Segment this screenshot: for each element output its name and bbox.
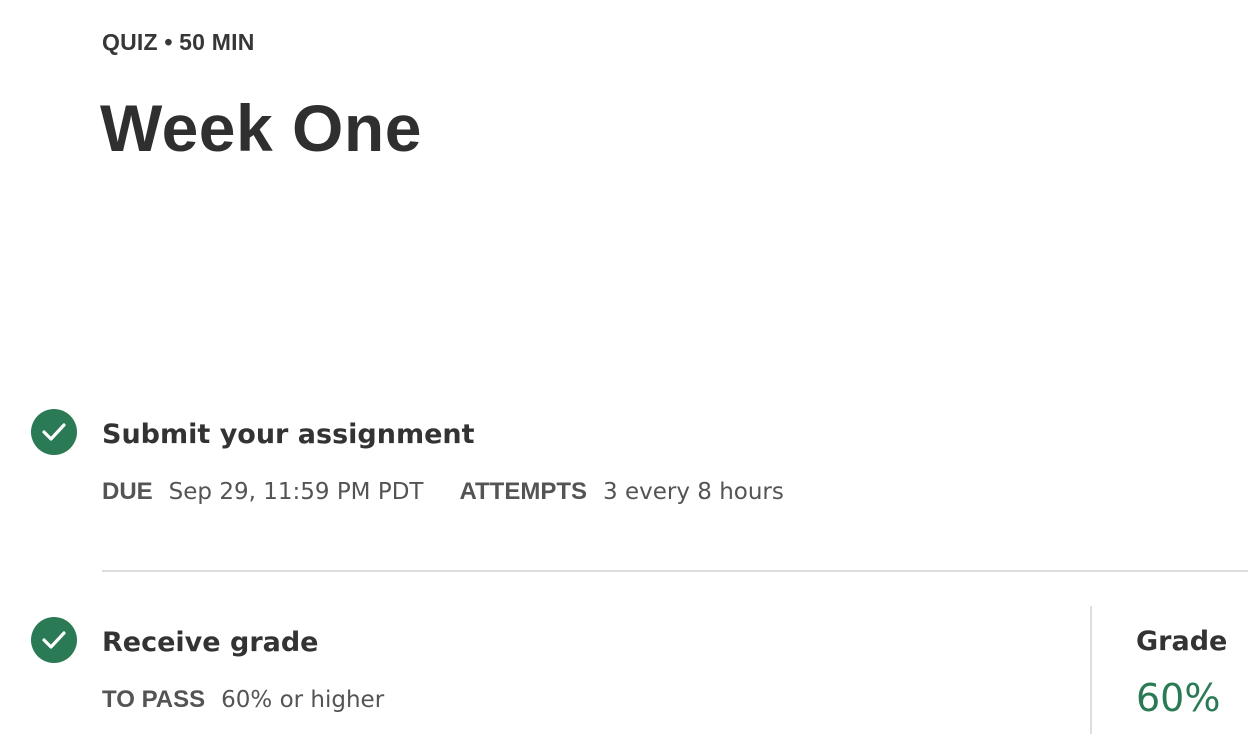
attempts-label: ATTEMPTS [459,478,588,505]
grade-column-divider [1090,606,1092,734]
attempts-value: 3 every 8 hours [603,479,784,505]
step-title-submit: Submit your assignment [102,419,475,450]
page-title: Week One [100,91,422,165]
check-circle-icon [31,617,77,663]
quiz-page: QUIZ • 50 MIN Week One Submit your assig… [0,0,1248,734]
grade-details: TO PASS 60% or higher [102,686,420,714]
check-circle-icon [31,409,77,455]
to-pass-label: TO PASS [102,686,206,713]
submit-details: DUE Sep 29, 11:59 PM PDT ATTEMPTS 3 ever… [102,478,820,506]
grade-value: 60% [1136,676,1221,720]
grade-label: Grade [1136,626,1228,657]
step-title-receive-grade: Receive grade [102,627,319,658]
due-label: DUE [102,478,153,505]
section-divider [102,570,1248,572]
quiz-meta: QUIZ • 50 MIN [102,29,255,55]
due-value: Sep 29, 11:59 PM PDT [168,479,424,505]
to-pass-value: 60% or higher [221,687,385,713]
